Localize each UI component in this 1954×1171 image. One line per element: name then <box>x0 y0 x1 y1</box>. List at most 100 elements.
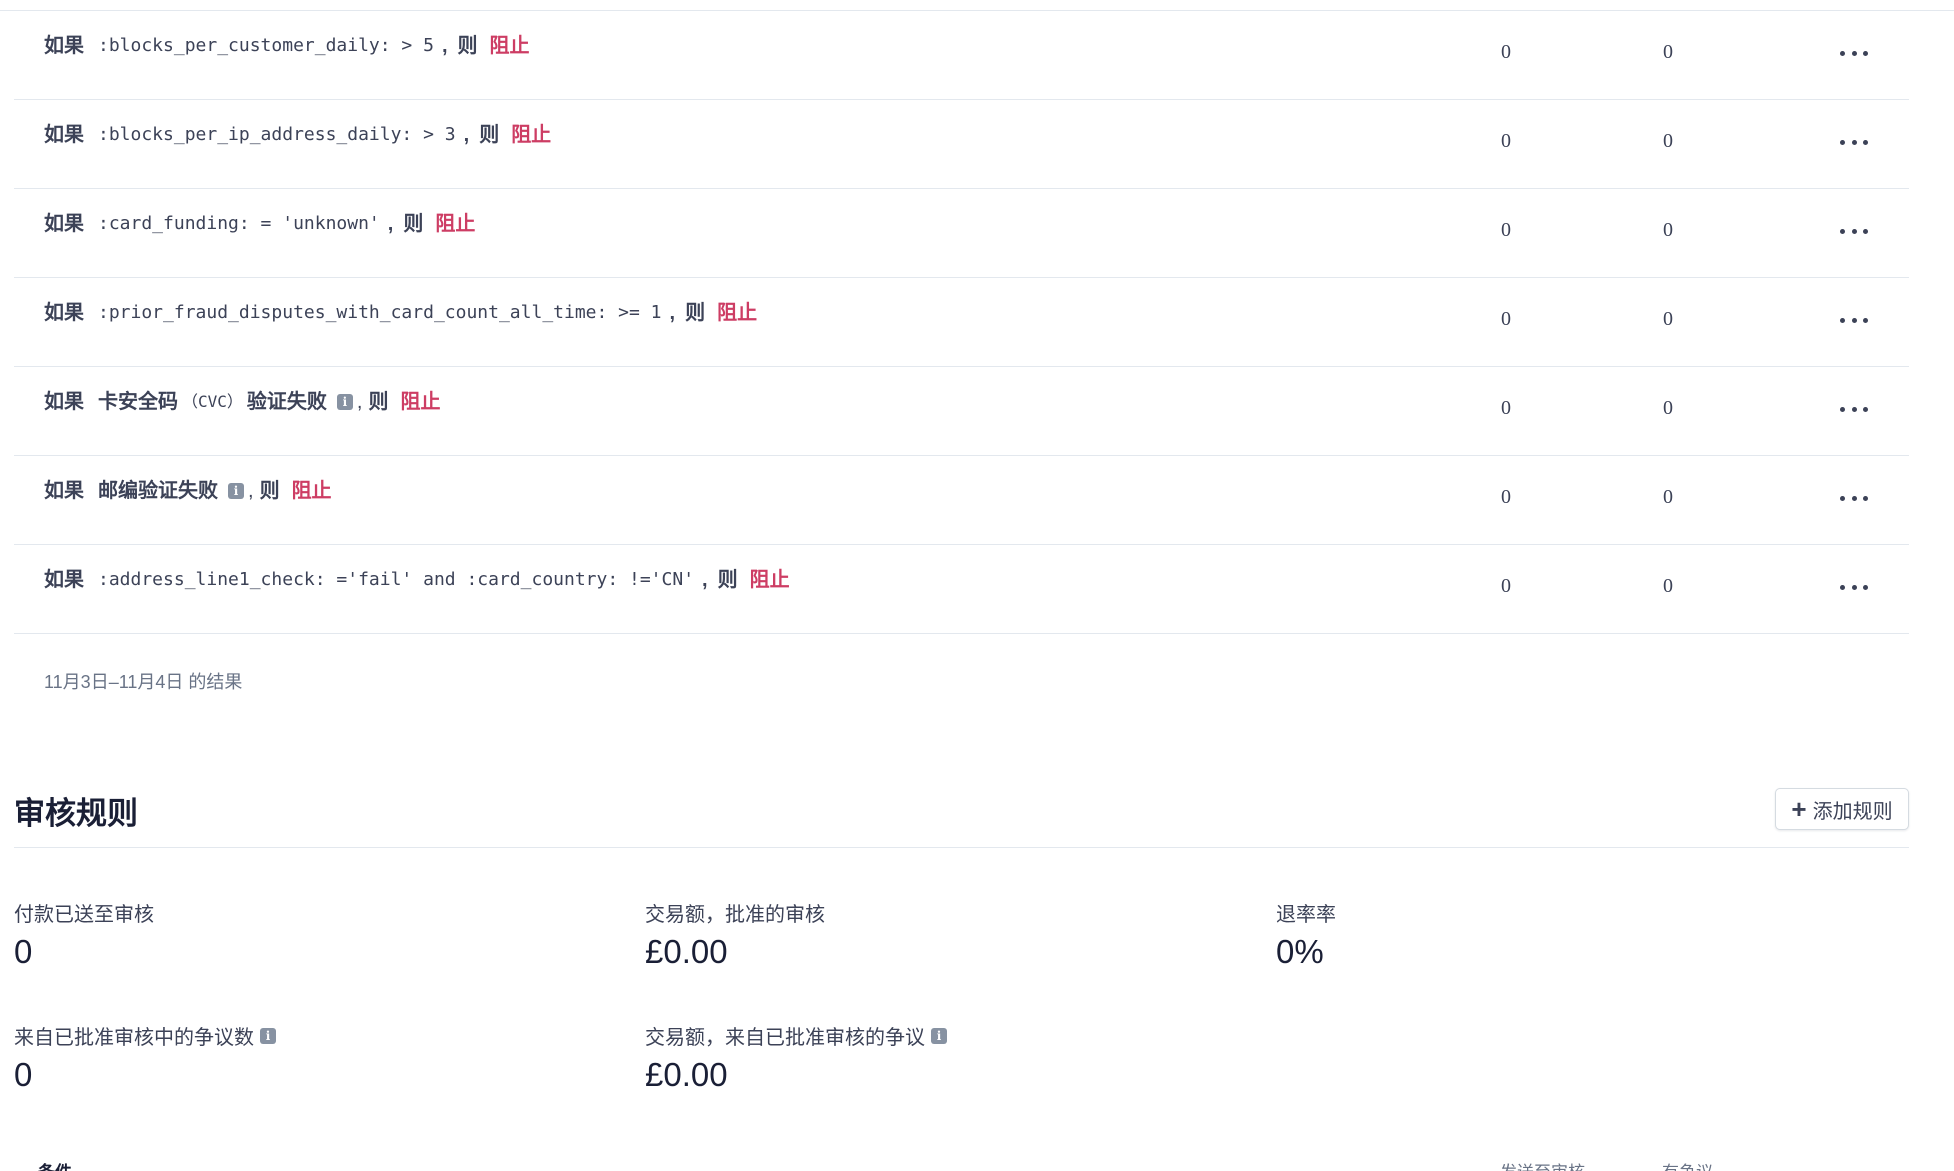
info-icon[interactable]: i <box>931 1027 947 1044</box>
if-keyword: 如果 <box>44 480 84 502</box>
more-horizontal-icon[interactable] <box>1840 397 1868 421</box>
rule-row[interactable]: 如果 卡安全码 （CVC） 验证失败 i , 则 阻止 0 0 <box>14 367 1909 456</box>
rule-condition: 如果 :blocks_per_customer_daily: > 5 , 则 阻… <box>44 33 530 59</box>
metric-disputes-volume: 交易额，来自已批准审核的争议 i £0.00 <box>645 1021 947 1094</box>
review-rules-title: 审核规则 <box>14 796 138 831</box>
add-rule-button[interactable]: + 添加规则 <box>1775 788 1909 830</box>
rule-action: 阻止 <box>435 213 476 235</box>
rule-count-secondary: 0 <box>1663 308 1673 330</box>
metric-value: £0.00 <box>645 933 728 970</box>
rule-count-secondary: 0 <box>1663 219 1673 241</box>
rule-condition-paren: （CVC） <box>182 392 243 411</box>
metric-disputes-count: 来自已批准审核中的争议数 i 0 <box>14 1021 276 1094</box>
rule-row[interactable]: 如果 :prior_fraud_disputes_with_card_count… <box>14 278 1909 367</box>
section-divider <box>14 847 1909 848</box>
rule-count-secondary: 0 <box>1663 130 1673 152</box>
more-horizontal-icon[interactable] <box>1840 486 1868 510</box>
metric-label-row: 来自已批准审核中的争议数 i <box>14 1021 276 1050</box>
rule-count-primary: 0 <box>1501 486 1511 508</box>
rule-count-primary: 0 <box>1501 397 1511 419</box>
then-keyword: 则 <box>403 213 424 235</box>
rule-count-primary: 0 <box>1501 219 1511 241</box>
rule-count-secondary: 0 <box>1663 41 1673 63</box>
metric-label: 交易额，批准的审核 <box>645 904 825 926</box>
rule-action: 阻止 <box>489 35 530 57</box>
metric-label: 交易额，来自已批准审核的争议 <box>645 1027 925 1049</box>
if-keyword: 如果 <box>44 569 84 591</box>
metric-value: £0.00 <box>645 1056 728 1093</box>
rule-condition: 如果 :address_line1_check: ='fail' and :ca… <box>44 567 790 593</box>
more-horizontal-icon[interactable] <box>1840 130 1868 154</box>
comma: , <box>702 569 708 591</box>
rule-count-secondary: 0 <box>1663 397 1673 419</box>
results-date-range: 11月3日–11月4日 的结果 <box>44 672 243 692</box>
column-header-condition: 条件 <box>38 1158 72 1171</box>
comma: , <box>248 480 254 502</box>
rule-row[interactable]: 如果 邮编验证失败 i , 则 阻止 0 0 <box>14 456 1909 545</box>
rule-count-primary: 0 <box>1501 130 1511 152</box>
rule-condition-code: :address_line1_check: ='fail' and :card_… <box>98 569 695 590</box>
rule-row[interactable]: 如果 :blocks_per_customer_daily: > 5 , 则 阻… <box>14 11 1909 100</box>
more-horizontal-icon[interactable] <box>1840 575 1868 599</box>
add-rule-label: 添加规则 <box>1812 800 1893 823</box>
then-keyword: 则 <box>368 391 389 413</box>
comma: , <box>441 35 448 57</box>
then-keyword: 则 <box>457 35 478 57</box>
rule-row[interactable]: 如果 :card_funding: = 'unknown' , 则 阻止 0 0 <box>14 189 1909 278</box>
rule-row[interactable]: 如果 :blocks_per_ip_address_daily: > 3 , 则… <box>14 100 1909 189</box>
rule-count-secondary: 0 <box>1663 486 1673 508</box>
metric-value: 0% <box>1276 933 1324 970</box>
info-icon[interactable]: i <box>260 1027 276 1044</box>
more-horizontal-icon[interactable] <box>1840 219 1868 243</box>
then-keyword: 则 <box>685 302 706 324</box>
rule-condition: 如果 卡安全码 （CVC） 验证失败 i , 则 阻止 <box>44 389 440 415</box>
rule-condition: 如果 邮编验证失败 i , 则 阻止 <box>44 478 332 504</box>
metric-label-row: 交易额，来自已批准审核的争议 i <box>645 1021 947 1050</box>
metric-approved-volume: 交易额，批准的审核 £0.00 <box>645 898 825 971</box>
radar-rules-page: 如果 :blocks_per_customer_daily: > 5 , 则 阻… <box>0 0 1954 1171</box>
info-icon[interactable]: i <box>228 483 244 499</box>
rule-condition-code: :blocks_per_ip_address_daily: > 3 <box>98 124 456 145</box>
rule-condition: 如果 :prior_fraud_disputes_with_card_count… <box>44 300 757 326</box>
rule-action: 阻止 <box>717 302 758 324</box>
rule-count-secondary: 0 <box>1663 575 1673 597</box>
then-keyword: 则 <box>717 569 738 591</box>
metric-value: 0 <box>14 933 33 970</box>
review-rules-table-header: 条件 发送至审核 有争议 <box>14 1158 1909 1171</box>
column-header-disputed: 有争议 <box>1662 1158 1713 1171</box>
rule-condition-code: :card_funding: = 'unknown' <box>98 213 380 234</box>
rule-condition-text-tail: 验证失败 <box>246 391 327 413</box>
if-keyword: 如果 <box>44 213 84 235</box>
comma: , <box>669 302 676 324</box>
comma: , <box>356 391 363 413</box>
rule-action: 阻止 <box>400 391 441 413</box>
rule-action: 阻止 <box>291 480 332 502</box>
if-keyword: 如果 <box>44 35 84 57</box>
rule-condition-text: 邮编验证失败 <box>98 480 218 502</box>
comma: , <box>387 213 394 235</box>
rule-count-primary: 0 <box>1501 41 1511 63</box>
if-keyword: 如果 <box>44 302 84 324</box>
rule-condition-code: :prior_fraud_disputes_with_card_count_al… <box>98 302 662 323</box>
if-keyword: 如果 <box>44 391 84 413</box>
info-icon[interactable]: i <box>336 394 353 410</box>
rule-count-primary: 0 <box>1501 575 1511 597</box>
column-header-sent-to-review: 发送至审核 <box>1500 1158 1585 1171</box>
metric-label: 来自已批准审核中的争议数 <box>14 1027 254 1049</box>
metric-value: 0 <box>14 1056 33 1093</box>
then-keyword: 则 <box>479 124 500 146</box>
rule-condition: 如果 :card_funding: = 'unknown' , 则 阻止 <box>44 211 475 237</box>
metric-label: 付款已送至审核 <box>14 904 154 926</box>
more-horizontal-icon[interactable] <box>1840 308 1868 332</box>
rule-action: 阻止 <box>511 124 552 146</box>
rule-count-primary: 0 <box>1501 308 1511 330</box>
metric-label: 退率率 <box>1276 904 1336 926</box>
comma: , <box>463 124 470 146</box>
then-keyword: 则 <box>259 480 280 502</box>
rule-row[interactable]: 如果 :address_line1_check: ='fail' and :ca… <box>14 545 1909 634</box>
rule-condition: 如果 :blocks_per_ip_address_daily: > 3 , 则… <box>44 122 551 148</box>
rule-condition-code: :blocks_per_customer_daily: > 5 <box>98 35 434 56</box>
plus-icon: + <box>1791 794 1807 824</box>
more-horizontal-icon[interactable] <box>1840 41 1868 65</box>
rule-condition-text: 卡安全码 <box>98 391 178 413</box>
